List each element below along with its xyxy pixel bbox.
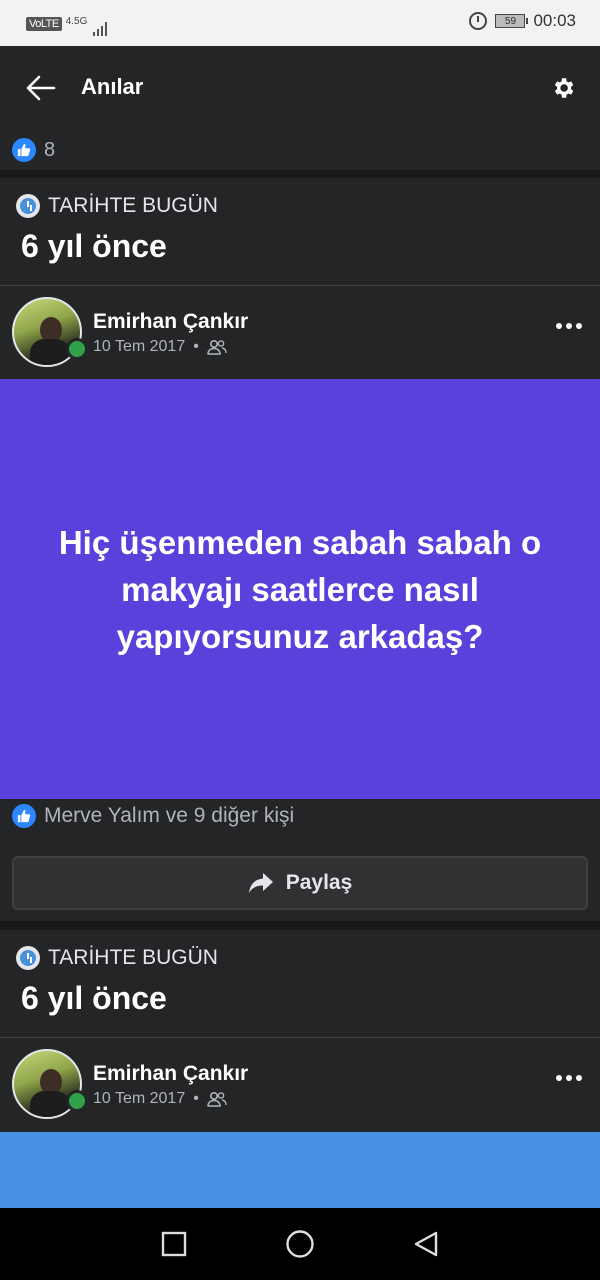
share-arrow-icon xyxy=(248,873,273,893)
history-label-row: TARİHTE BUGÜN xyxy=(16,194,218,218)
post-date[interactable]: 10 Tem 2017 xyxy=(93,338,185,356)
share-label: Paylaş xyxy=(285,871,353,894)
meta-separator: • xyxy=(193,1090,199,1107)
reaction-text: Merve Yalım ve 9 diğer kişi xyxy=(44,804,295,827)
history-label: TARİHTE BUGÜN xyxy=(48,946,218,969)
years-ago: 6 yıl önce xyxy=(21,228,167,264)
likes-count: 8 xyxy=(44,138,56,161)
back-nav-icon[interactable] xyxy=(413,1230,439,1258)
share-button[interactable]: Paylaş xyxy=(12,856,588,910)
status-bar: VoLTE 4.5G 59 00:03 xyxy=(0,0,600,46)
network-type: 4.5G xyxy=(65,15,88,27)
post-background[interactable] xyxy=(0,1132,600,1208)
thumbs-up-icon xyxy=(12,804,36,828)
history-label-row: TARİHTE BUGÜN xyxy=(16,946,218,970)
author-name[interactable]: Emirhan Çankır xyxy=(93,310,248,334)
post-date[interactable]: 10 Tem 2017 xyxy=(93,1090,185,1108)
more-horizontal-icon[interactable] xyxy=(556,1073,586,1083)
alarm-icon xyxy=(469,12,488,30)
divider xyxy=(0,285,600,286)
reaction-summary[interactable]: Merve Yalım ve 9 diğer kişi xyxy=(12,804,294,828)
status-right: 59 00:03 xyxy=(469,11,576,31)
author-name[interactable]: Emirhan Çankır xyxy=(93,1062,248,1086)
volte-indicator: VoLTE xyxy=(26,17,62,31)
history-label: TARİHTE BUGÜN xyxy=(48,194,218,217)
post-meta: 10 Tem 2017 • xyxy=(93,338,227,356)
meta-separator: • xyxy=(193,338,199,355)
post-background[interactable]: Hiç üşenmeden sabah sabah o makyajı saat… xyxy=(0,379,600,799)
gear-icon[interactable] xyxy=(550,75,576,101)
recent-apps-icon[interactable] xyxy=(161,1231,187,1257)
home-icon[interactable] xyxy=(285,1229,315,1259)
clock-icon xyxy=(16,946,40,970)
arrow-left-icon[interactable] xyxy=(26,74,56,102)
signal-icon xyxy=(93,20,108,36)
clock-icon xyxy=(16,194,40,218)
divider xyxy=(0,1037,600,1038)
friends-icon xyxy=(207,1091,227,1107)
memory-card: TARİHTE BUGÜN 6 yıl önce Emirhan Çankır … xyxy=(0,930,600,1132)
system-nav-bar xyxy=(0,1208,600,1280)
app-header: Anılar xyxy=(0,46,600,130)
online-indicator xyxy=(66,1090,88,1112)
battery-level: 59 xyxy=(504,15,517,27)
status-left: VoLTE 4.5G xyxy=(26,12,108,36)
battery-icon: 59 xyxy=(495,14,529,28)
page-title: Anılar xyxy=(81,74,144,99)
post-meta: 10 Tem 2017 • xyxy=(93,1090,227,1108)
friends-icon xyxy=(207,339,227,355)
thumbs-up-icon xyxy=(12,138,36,162)
years-ago: 6 yıl önce xyxy=(21,980,167,1016)
more-horizontal-icon[interactable] xyxy=(556,321,586,331)
post-text: Hiç üşenmeden sabah sabah o makyajı saat… xyxy=(58,523,542,655)
online-indicator xyxy=(66,338,88,360)
status-time: 00:03 xyxy=(533,11,576,30)
likes-row[interactable]: 8 xyxy=(0,130,600,170)
